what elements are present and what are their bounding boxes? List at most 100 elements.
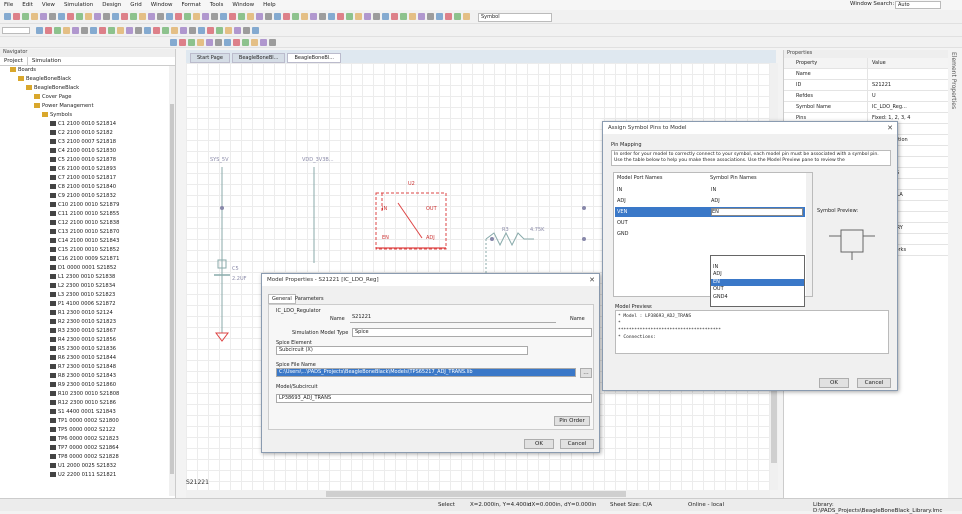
tab-project[interactable]: Project bbox=[0, 57, 28, 65]
tree-item[interactable]: C1 2100 0010 S21814 bbox=[50, 121, 116, 129]
tree-item[interactable]: R8 2300 0010 S21843 bbox=[50, 373, 116, 381]
tree-item[interactable]: R10 2300 0010 S21808 bbox=[50, 391, 119, 399]
toolbar-button[interactable] bbox=[175, 13, 182, 20]
tree-item[interactable]: Cover Page bbox=[34, 94, 71, 102]
toolbar-button[interactable] bbox=[206, 39, 213, 46]
tree-item[interactable]: C14 2100 0010 S21843 bbox=[50, 238, 119, 246]
canvas-hscrollbar[interactable] bbox=[186, 490, 770, 498]
dropdown-option[interactable]: EN bbox=[711, 278, 804, 286]
toolbar-button[interactable] bbox=[202, 13, 209, 20]
toolbar-button[interactable] bbox=[171, 27, 178, 34]
toolbar-button[interactable] bbox=[157, 13, 164, 20]
toolbar-button[interactable] bbox=[99, 27, 106, 34]
tree-item[interactable]: TP8 0000 0002 S21828 bbox=[50, 454, 119, 462]
tree-item[interactable]: C5 2100 0010 S21878 bbox=[50, 157, 116, 165]
tree-item[interactable]: C4 2100 0010 S21830 bbox=[50, 148, 116, 156]
toolbar-button[interactable] bbox=[382, 13, 389, 20]
toolbar-button[interactable] bbox=[260, 39, 267, 46]
symbol-pin-name[interactable]: IN bbox=[711, 187, 716, 193]
menu-item[interactable]: View bbox=[42, 2, 55, 8]
tab-start-page[interactable]: Start Page bbox=[190, 53, 230, 63]
toolbar-button[interactable] bbox=[67, 13, 74, 20]
menu-item[interactable]: Format bbox=[181, 2, 200, 8]
symbol-pin-name[interactable]: EN bbox=[711, 208, 803, 216]
menu-item[interactable]: Window bbox=[232, 2, 254, 8]
menu-item[interactable]: Window bbox=[151, 2, 173, 8]
toolbar-button[interactable] bbox=[126, 27, 133, 34]
toolbar-button[interactable] bbox=[247, 13, 254, 20]
tree-item[interactable]: C12 2100 0010 S21838 bbox=[50, 220, 119, 228]
menu-item[interactable]: Help bbox=[263, 2, 276, 8]
toolbar-button[interactable] bbox=[216, 27, 223, 34]
close-icon[interactable]: ✕ bbox=[887, 122, 893, 134]
toolbar-button[interactable] bbox=[229, 13, 236, 20]
toolbar-button[interactable] bbox=[256, 13, 263, 20]
mapping-row[interactable]: IN IN bbox=[615, 185, 805, 195]
toolbar-button[interactable] bbox=[117, 27, 124, 34]
mapping-row[interactable]: GND bbox=[615, 229, 805, 239]
tree-item[interactable]: R3 2300 0010 S21867 bbox=[50, 328, 116, 336]
pin-order-button[interactable]: Pin Order bbox=[554, 416, 590, 426]
tree-item[interactable]: R4 2300 0010 S21856 bbox=[50, 337, 116, 345]
model-cancel-button[interactable]: Cancel bbox=[560, 439, 594, 449]
navigator-scroll-thumb[interactable] bbox=[170, 104, 174, 474]
toolbar-button[interactable] bbox=[188, 39, 195, 46]
toolbar-button[interactable] bbox=[166, 13, 173, 20]
tree-item[interactable]: C9 2100 0010 S21832 bbox=[50, 193, 116, 201]
tree-item[interactable]: C11 2100 0010 S21855 bbox=[50, 211, 119, 219]
tree-item[interactable]: U2 2200 0111 S21821 bbox=[50, 472, 116, 480]
tree-item[interactable]: R12 2300 0010 S2186 bbox=[50, 400, 116, 408]
toolbar-button[interactable] bbox=[265, 13, 272, 20]
toolbar-button[interactable] bbox=[198, 27, 205, 34]
toolbar-button[interactable] bbox=[13, 13, 20, 20]
menu-item[interactable]: Design bbox=[102, 2, 121, 8]
tree-item[interactable]: C2 2100 0010 S2182 bbox=[50, 130, 113, 138]
toolbar-button[interactable] bbox=[283, 13, 290, 20]
toolbar-button[interactable] bbox=[184, 13, 191, 20]
tree-item[interactable]: L1 2300 0010 S21838 bbox=[50, 274, 115, 282]
toolbar-button[interactable] bbox=[391, 13, 398, 20]
tree-item[interactable]: R5 2300 0010 S21836 bbox=[50, 346, 116, 354]
toolbar-button[interactable] bbox=[85, 13, 92, 20]
toolbar-button[interactable] bbox=[49, 13, 56, 20]
property-row[interactable]: Name bbox=[784, 69, 948, 80]
spice-element-select[interactable]: Subcircuit (X) bbox=[276, 346, 528, 355]
toolbar-button[interactable] bbox=[243, 27, 250, 34]
tree-item[interactable]: BeagleBoneBlack bbox=[18, 76, 71, 84]
tree-item[interactable]: C3 2100 0007 S21818 bbox=[50, 139, 116, 147]
tree-item[interactable]: R7 2300 0010 S21848 bbox=[50, 364, 116, 372]
toolbar-button[interactable] bbox=[211, 13, 218, 20]
toolbar-button[interactable] bbox=[81, 27, 88, 34]
toolbar-button[interactable] bbox=[103, 13, 110, 20]
toolbar-button[interactable] bbox=[220, 13, 227, 20]
browse-button[interactable]: … bbox=[580, 368, 592, 378]
tree-item[interactable]: R1 2300 0010 S2124 bbox=[50, 310, 113, 318]
toolbar-button[interactable] bbox=[301, 13, 308, 20]
toolbar-button[interactable] bbox=[4, 13, 11, 20]
tree-item[interactable]: Boards bbox=[10, 67, 36, 75]
toolbar-button[interactable] bbox=[274, 13, 281, 20]
name-field[interactable]: S21221 bbox=[350, 314, 556, 323]
dropdown-option[interactable]: IN bbox=[711, 264, 804, 272]
toolbar-button[interactable] bbox=[121, 13, 128, 20]
toolbar-button[interactable] bbox=[76, 13, 83, 20]
toolbar-button[interactable] bbox=[454, 13, 461, 20]
toolbar-button[interactable] bbox=[153, 27, 160, 34]
property-row[interactable]: Refdes U bbox=[784, 91, 948, 102]
toolbar-button[interactable] bbox=[233, 39, 240, 46]
menu-item[interactable]: Grid bbox=[130, 2, 142, 8]
sim-model-type-select[interactable]: Spice bbox=[352, 328, 592, 337]
toolbar-button[interactable] bbox=[54, 27, 61, 34]
dropdown-option[interactable] bbox=[711, 256, 804, 264]
toolbar-button[interactable] bbox=[108, 27, 115, 34]
toolbar-button[interactable] bbox=[144, 27, 151, 34]
element-properties-side-tab[interactable]: Element Properties bbox=[950, 50, 962, 170]
spice-file-field[interactable]: C:\Users\...\PADS_Projects\BeagleBoneBla… bbox=[276, 368, 576, 377]
tree-item[interactable]: R9 2300 0010 S21860 bbox=[50, 382, 116, 390]
symbol-pin-name[interactable]: ADJ bbox=[711, 198, 720, 204]
tree-item[interactable]: U1 2000 0025 S21832 bbox=[50, 463, 116, 471]
toolbar-button[interactable] bbox=[72, 27, 79, 34]
property-row[interactable]: Symbol Name IC_LDO_Reg... bbox=[784, 102, 948, 113]
mapping-row[interactable]: OUT bbox=[615, 218, 805, 228]
toolbar-button[interactable] bbox=[139, 13, 146, 20]
